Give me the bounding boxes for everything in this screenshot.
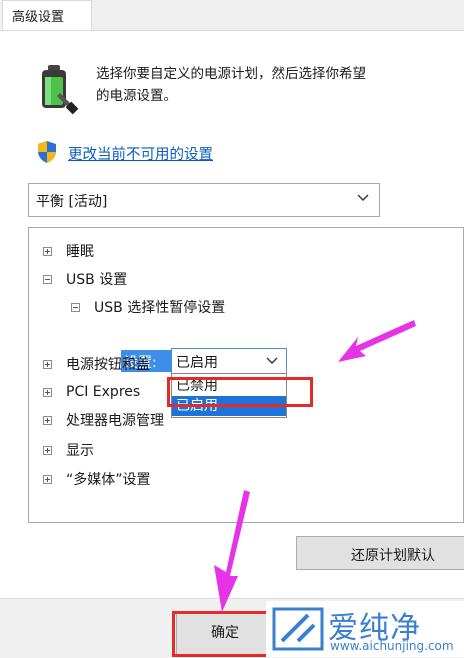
- tree-node-multimedia[interactable]: “多媒体”设置: [43, 468, 151, 490]
- usb-suspend-setting-select[interactable]: 已启用: [171, 348, 287, 374]
- uac-shield-icon: [38, 141, 56, 163]
- description-line-2: 的电源设置。: [96, 88, 177, 104]
- settings-tree: 睡眠 USB 设置 USB 选择性暂停设置 设置: 已启用 已禁用 已启用 电源…: [28, 227, 464, 523]
- expand-icon[interactable]: [43, 415, 52, 425]
- tree-node-display[interactable]: 显示: [43, 439, 94, 461]
- tab-strip: 高级设置: [0, 0, 464, 31]
- tree-node-label-tail: s: [132, 384, 141, 400]
- watermark-logo-icon: [272, 607, 324, 651]
- tree-node-label: USB 设置: [66, 272, 128, 288]
- power-plan-select[interactable]: 平衡 [活动]: [28, 183, 380, 217]
- tree-node-processor[interactable]: 处理器电源管理: [43, 409, 164, 431]
- tab-advanced-settings[interactable]: 高级设置: [2, 0, 92, 31]
- expand-icon[interactable]: [43, 387, 52, 397]
- setting-value: 已启用: [176, 355, 218, 371]
- tree-node-label: USB 选择性暂停设置: [94, 300, 226, 316]
- tree-node-usb[interactable]: USB 设置: [43, 268, 127, 290]
- ok-highlight-box: [172, 611, 268, 657]
- collapse-icon[interactable]: [71, 302, 80, 312]
- tree-node-usb-selective-suspend[interactable]: USB 选择性暂停设置: [71, 296, 225, 318]
- tree-node-pci-express[interactable]: PCI Expre s: [43, 381, 140, 403]
- watermark-url: www.aichunjing.com: [330, 639, 454, 653]
- tree-node-sleep[interactable]: 睡眠: [43, 240, 94, 262]
- battery-plug-icon: [42, 65, 79, 115]
- description-line-1: 选择你要自定义的电源计划，然后选择你希望: [96, 66, 366, 82]
- tree-node-label: 显示: [66, 443, 94, 459]
- chevron-down-icon: [266, 357, 278, 364]
- tree-node-label: 睡眠: [66, 244, 94, 260]
- power-plan-value: 平衡 [活动]: [36, 194, 108, 210]
- watermark: 爱纯净 www.aichunjing.com: [266, 601, 464, 657]
- advanced-settings-panel: 选择你要自定义的电源计划，然后选择你希望 的电源设置。 更改当前不可用的设置 平…: [0, 30, 464, 599]
- expand-icon[interactable]: [43, 359, 52, 369]
- tree-node-label: “多媒体”设置: [66, 472, 151, 488]
- description-text: 选择你要自定义的电源计划，然后选择你希望 的电源设置。: [96, 63, 464, 107]
- tree-node-label: PCI Expre: [66, 384, 133, 400]
- change-unavailable-settings-link[interactable]: 更改当前不可用的设置: [68, 143, 213, 164]
- tree-node-label: 处理器电源管理: [66, 413, 164, 429]
- expand-icon[interactable]: [43, 445, 52, 455]
- restore-plan-defaults-button[interactable]: 还原计划默认: [296, 536, 464, 570]
- highlight-box: [167, 377, 313, 407]
- tree-node-label: 电源按钮和盖: [66, 357, 150, 373]
- chevron-down-icon: [357, 194, 369, 201]
- collapse-icon[interactable]: [43, 274, 52, 284]
- expand-icon[interactable]: [43, 246, 52, 256]
- expand-icon[interactable]: [43, 474, 52, 484]
- tree-node-power-buttons[interactable]: 电源按钮和盖: [43, 353, 150, 375]
